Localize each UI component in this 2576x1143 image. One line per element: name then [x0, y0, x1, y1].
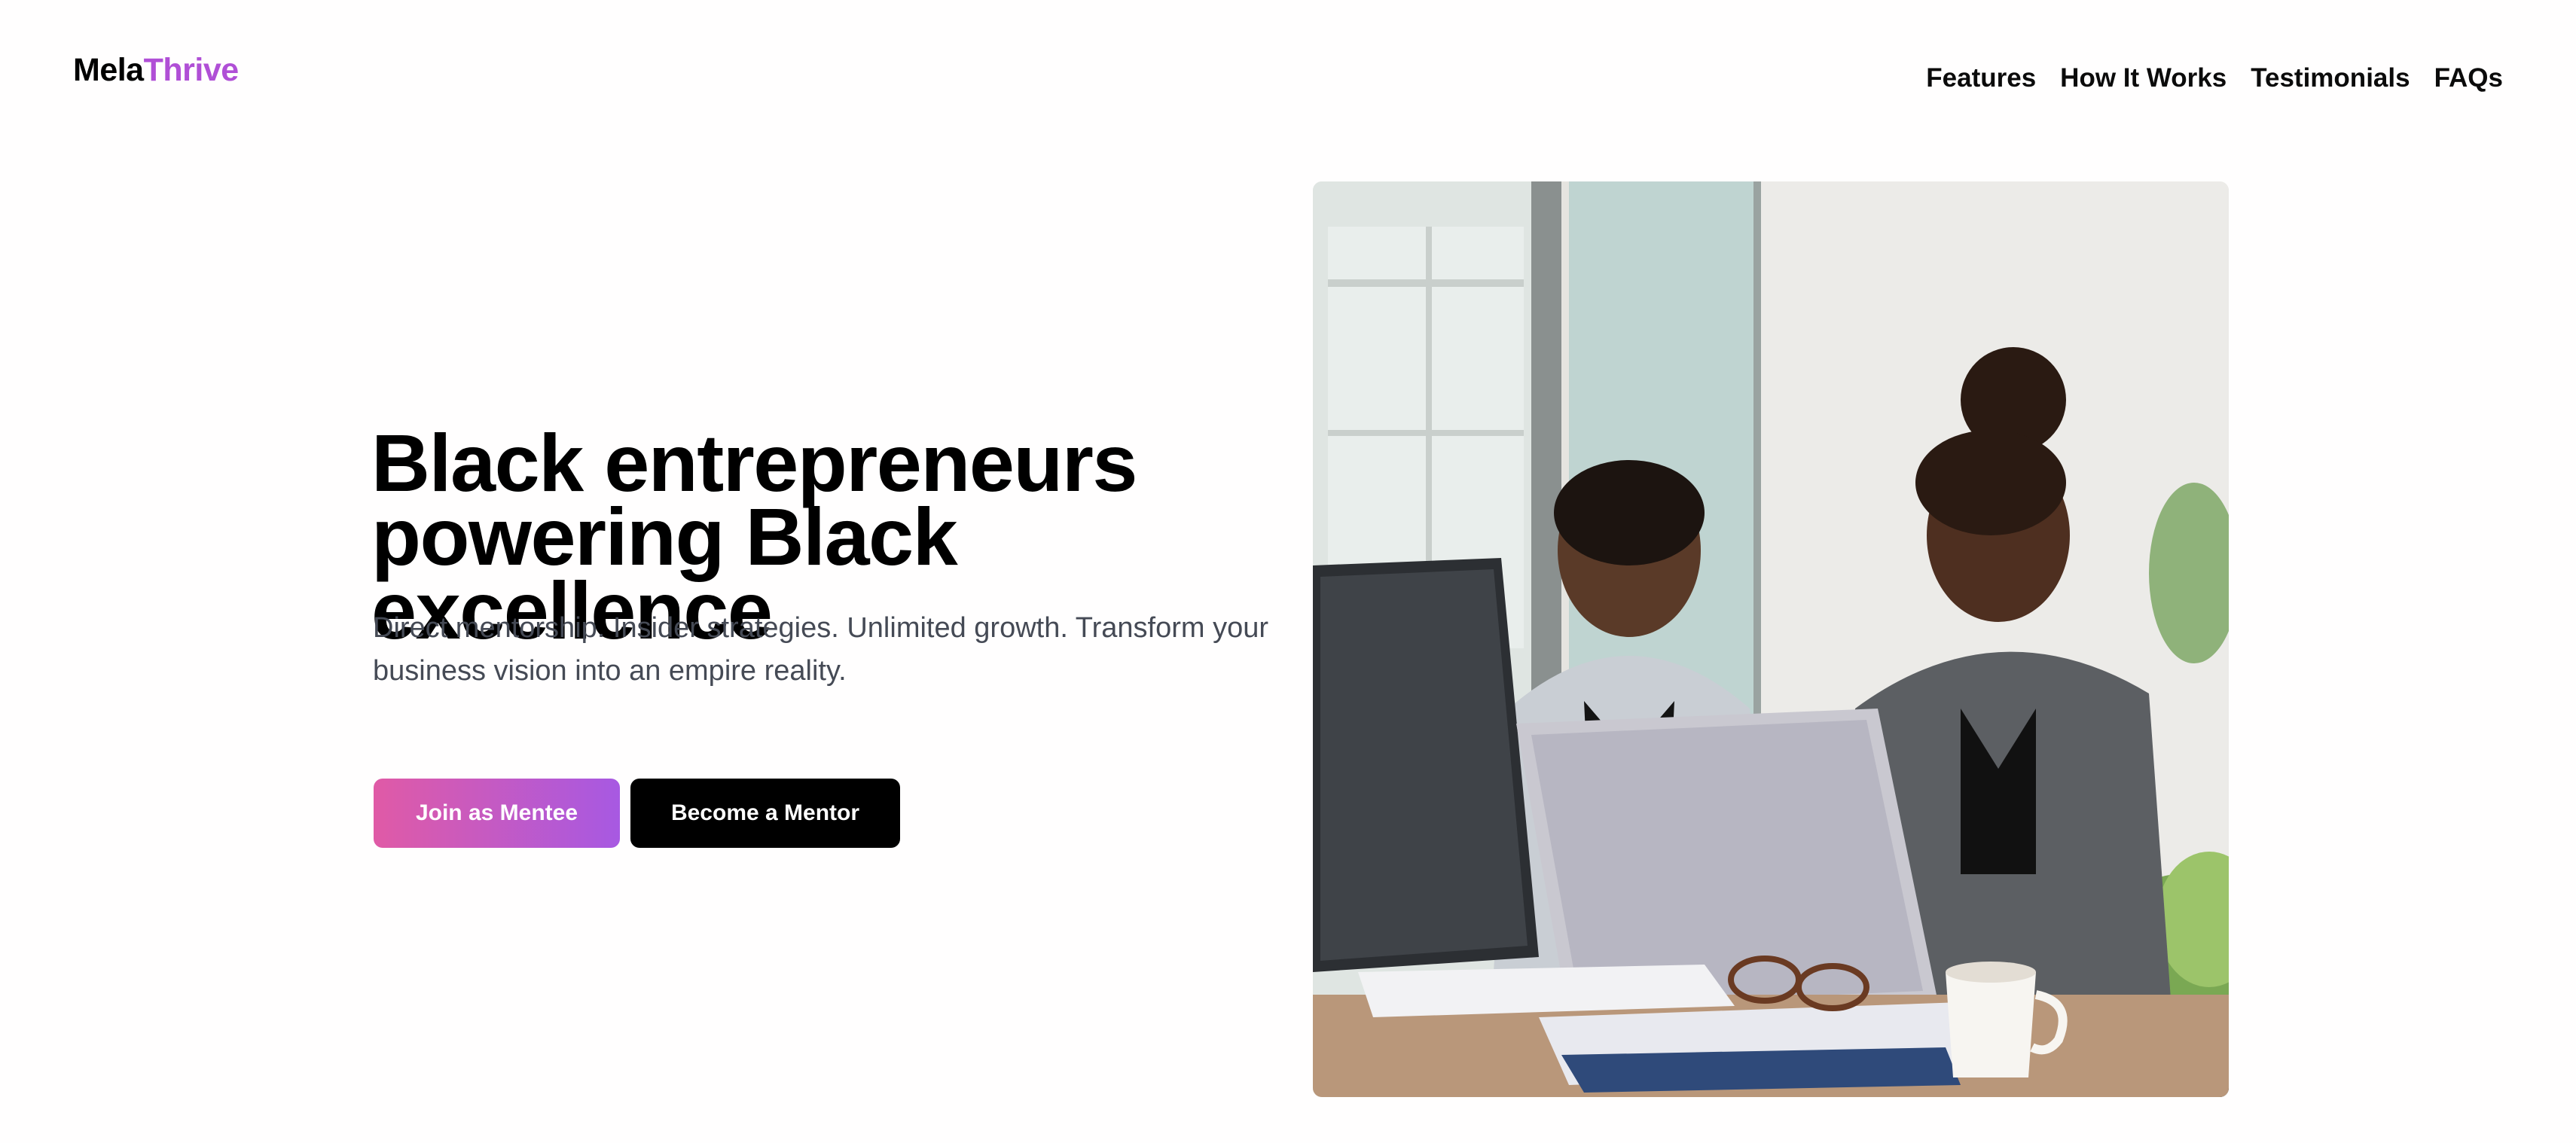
hero-photo: [1313, 181, 2229, 1097]
become-a-mentor-button[interactable]: Become a Mentor: [630, 779, 900, 848]
nav-link-testimonials[interactable]: Testimonials: [2251, 60, 2410, 96]
brand-logo[interactable]: MelaThrive: [73, 50, 239, 90]
main-nav: Features How It Works Testimonials FAQs: [1926, 60, 2503, 96]
nav-link-how-it-works[interactable]: How It Works: [2060, 60, 2227, 96]
logo-text-primary: Mela: [73, 52, 144, 88]
nav-link-faqs[interactable]: FAQs: [2434, 60, 2503, 96]
hero-photo-illustration: [1313, 181, 2229, 1097]
landing-page: MelaThrive Features How It Works Testimo…: [0, 0, 2576, 1143]
nav-link-features[interactable]: Features: [1926, 60, 2036, 96]
join-as-mentee-button[interactable]: Join as Mentee: [374, 779, 620, 848]
logo-text-accent: Thrive: [143, 52, 240, 88]
hero-subtitle: Direct mentorship. Insider strategies. U…: [373, 612, 1268, 687]
